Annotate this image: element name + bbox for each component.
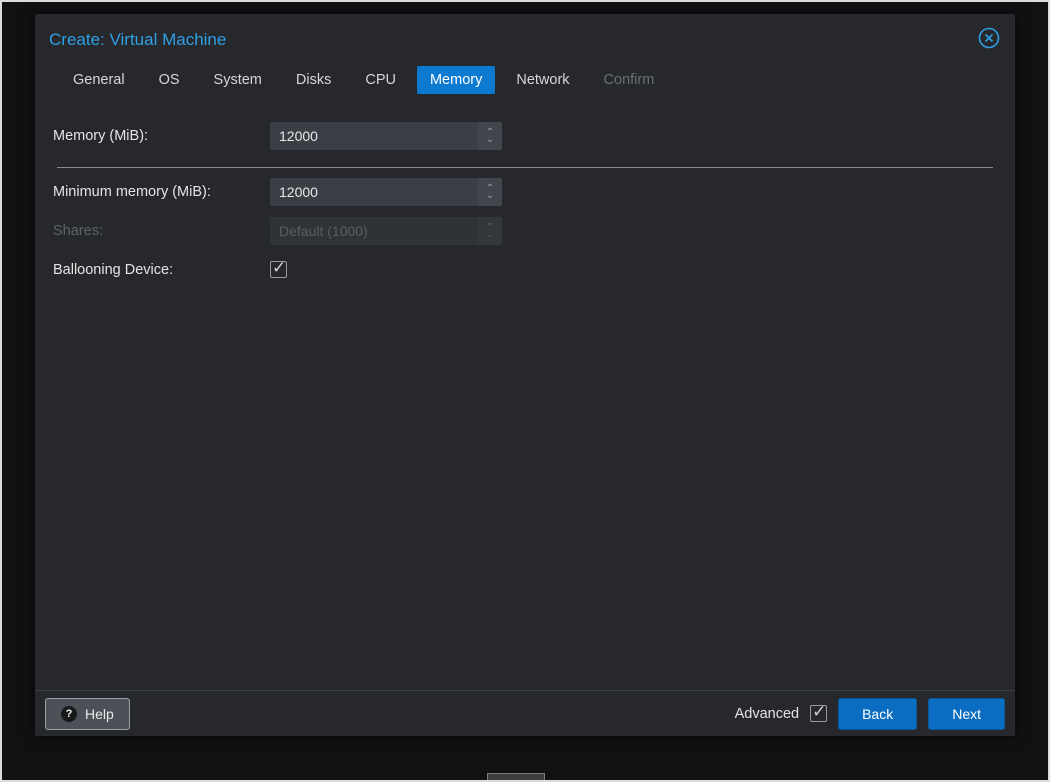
dialog-header: Create: Virtual Machine xyxy=(35,14,1015,58)
create-vm-dialog: Create: Virtual Machine General OS Syste… xyxy=(35,14,1015,736)
shares-field: ⌃ ⌄ xyxy=(270,217,502,245)
min-memory-row: Minimum memory (MiB): ⌃ ⌄ xyxy=(53,172,997,211)
advanced-label: Advanced xyxy=(735,706,800,722)
min-memory-label: Minimum memory (MiB): xyxy=(53,184,270,200)
back-button[interactable]: Back xyxy=(838,698,917,730)
bottom-partial-element xyxy=(487,773,545,782)
tab-memory[interactable]: Memory xyxy=(417,66,495,94)
memory-spinner[interactable]: ⌃ ⌄ xyxy=(478,122,502,150)
close-icon xyxy=(978,27,1000,54)
tab-cpu[interactable]: CPU xyxy=(352,66,409,94)
memory-row: Memory (MiB): ⌃ ⌄ xyxy=(53,116,997,155)
tab-bar: General OS System Disks CPU Memory Netwo… xyxy=(35,58,1015,104)
help-icon: ? xyxy=(61,706,77,722)
help-button[interactable]: ? Help xyxy=(45,698,130,730)
memory-field: ⌃ ⌄ xyxy=(270,122,502,150)
advanced-checkbox[interactable] xyxy=(810,705,827,722)
min-memory-field: ⌃ ⌄ xyxy=(270,178,502,206)
footer-actions: Advanced Back Next xyxy=(735,698,1005,730)
shares-input xyxy=(270,217,502,245)
shares-row: Shares: ⌃ ⌄ xyxy=(53,211,997,250)
tab-confirm: Confirm xyxy=(591,66,668,94)
section-divider xyxy=(57,167,993,168)
spinner-down-icon: ⌄ xyxy=(486,231,494,238)
tab-general[interactable]: General xyxy=(60,66,138,94)
ballooning-label: Ballooning Device: xyxy=(53,262,270,278)
spinner-down-icon[interactable]: ⌄ xyxy=(486,192,494,199)
shares-label: Shares: xyxy=(53,223,270,239)
next-button[interactable]: Next xyxy=(928,698,1005,730)
tab-disks[interactable]: Disks xyxy=(283,66,344,94)
dialog-title: Create: Virtual Machine xyxy=(49,30,226,50)
tab-os[interactable]: OS xyxy=(146,66,193,94)
memory-form: Memory (MiB): ⌃ ⌄ Minimum memory (MiB): … xyxy=(35,104,1015,289)
spinner-down-icon[interactable]: ⌄ xyxy=(486,136,494,143)
close-button[interactable] xyxy=(977,28,1001,52)
ballooning-checkbox[interactable] xyxy=(270,261,287,278)
min-memory-spinner[interactable]: ⌃ ⌄ xyxy=(478,178,502,206)
min-memory-input[interactable] xyxy=(270,178,502,206)
tab-network[interactable]: Network xyxy=(503,66,582,94)
shares-spinner: ⌃ ⌄ xyxy=(478,217,502,245)
tab-system[interactable]: System xyxy=(201,66,275,94)
memory-label: Memory (MiB): xyxy=(53,128,270,144)
memory-input[interactable] xyxy=(270,122,502,150)
help-button-label: Help xyxy=(85,706,114,722)
dialog-footer: ? Help Advanced Back Next xyxy=(35,690,1015,736)
ballooning-row: Ballooning Device: xyxy=(53,250,997,289)
